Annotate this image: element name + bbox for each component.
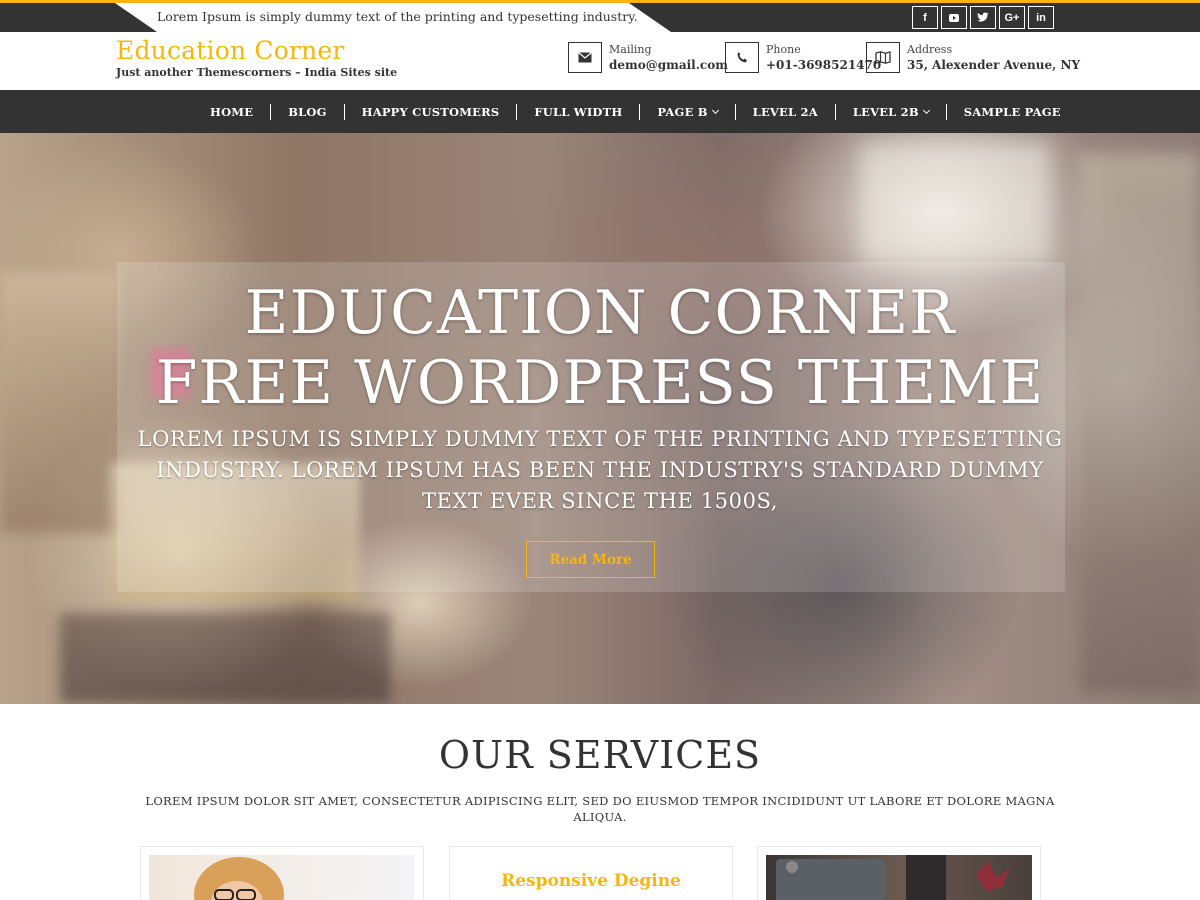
chevron-down-icon [922, 106, 930, 114]
nav-item-level-2b[interactable]: LEVEL 2B [836, 103, 947, 120]
google-plus-icon[interactable]: G+ [999, 6, 1025, 29]
nav-item-full-width[interactable]: FULL WIDTH [517, 103, 641, 120]
service-card-image [149, 855, 415, 900]
nav-item-blog[interactable]: BLOG [271, 103, 345, 120]
envelope-icon [568, 42, 602, 73]
hero-title-line-2: FREE WORDPRESS THEME [155, 348, 1045, 418]
services-description: LOREM IPSUM DOLOR SIT AMET, CONSECTETUR … [145, 794, 1055, 824]
chevron-down-icon [711, 106, 719, 114]
mailing-value[interactable]: demo@gmail.com [609, 57, 728, 73]
nav-item-label: BLOG [288, 104, 327, 119]
contact-mailing: Mailing demo@gmail.com [568, 42, 728, 73]
nav-item-label: HAPPY CUSTOMERS [361, 104, 500, 119]
hero-slider: EDUCATION CORNER FREE WORDPRESS THEME LO… [0, 133, 1200, 704]
person-photo-icon [194, 857, 284, 900]
nav-item-label: LEVEL 2B [852, 104, 919, 119]
hero-title-line-1: EDUCATION CORNER [244, 278, 956, 348]
nav-item-label: FULL WIDTH [534, 104, 623, 119]
top-announcement-text: Lorem Ipsum is simply dummy text of the … [157, 9, 638, 24]
site-title[interactable]: Education Corner [116, 36, 345, 65]
hero-background-shape [1080, 153, 1200, 693]
nav-item-home[interactable]: HOME [193, 103, 272, 120]
address-value: 35, Alexender Avenue, NY [907, 58, 1081, 72]
site-tagline: Just another Themescorners – India Sites… [116, 66, 398, 79]
service-card-1[interactable] [140, 846, 424, 900]
hero-subtitle-line-3: TEXT EVER SINCE THE 1500S, [421, 489, 779, 513]
linkedin-icon[interactable]: in [1028, 6, 1054, 29]
nav-item-label: HOME [210, 104, 254, 119]
nav-item-sample-page[interactable]: SAMPLE PAGE [947, 105, 1078, 119]
mailing-label: Mailing [609, 43, 652, 56]
service-card-3[interactable] [757, 846, 1041, 900]
hero-subtitle-line-2: INDUSTRY. LOREM IPSUM HAS BEEN THE INDUS… [156, 458, 1044, 482]
top-announcement: Lorem Ipsum is simply dummy text of the … [115, 3, 671, 32]
desk-photo-icon [776, 855, 1010, 900]
nav-item-happy-customers[interactable]: HAPPY CUSTOMERS [345, 103, 518, 120]
contact-address: Address 35, Alexender Avenue, NY [866, 42, 1080, 73]
nav-item-label: LEVEL 2A [752, 104, 818, 119]
nav-menu: HOME BLOG HAPPY CUSTOMERS FULL WIDTH PAG… [193, 90, 1078, 133]
nav-item-label: SAMPLE PAGE [963, 104, 1061, 119]
nav-item-label: PAGE B [657, 104, 708, 119]
twitter-icon[interactable] [970, 6, 996, 29]
map-icon [866, 42, 900, 73]
contact-phone: Phone +01-3698521470 [725, 42, 881, 73]
facebook-icon[interactable]: f [912, 6, 938, 29]
phone-value[interactable]: +01-3698521470 [766, 57, 881, 73]
nav-item-level-2a[interactable]: LEVEL 2A [736, 103, 836, 120]
top-bar: Lorem Ipsum is simply dummy text of the … [0, 0, 1200, 32]
site-header: Education Corner Just another Themescorn… [0, 32, 1200, 90]
service-card-2[interactable]: Responsive Degine [449, 846, 733, 900]
hero-subtitle-line-1: LOREM IPSUM IS SIMPLY DUMMY TEXT OF THE … [137, 427, 1063, 451]
main-navigation: HOME BLOG HAPPY CUSTOMERS FULL WIDTH PAG… [0, 90, 1200, 133]
address-label: Address [907, 43, 953, 56]
nav-item-page-b[interactable]: PAGE B [640, 103, 736, 120]
youtube-icon[interactable] [941, 6, 967, 29]
service-card-image [766, 855, 1032, 900]
phone-icon [725, 42, 759, 73]
hero-background-shape [60, 613, 390, 703]
social-links: f G+ in [912, 6, 1054, 29]
read-more-button[interactable]: Read More [526, 541, 655, 578]
service-card-title: Responsive Degine [501, 871, 681, 891]
hero-background-shape [860, 143, 1050, 263]
phone-label: Phone [766, 43, 801, 56]
services-title: OUR SERVICES [438, 733, 762, 777]
